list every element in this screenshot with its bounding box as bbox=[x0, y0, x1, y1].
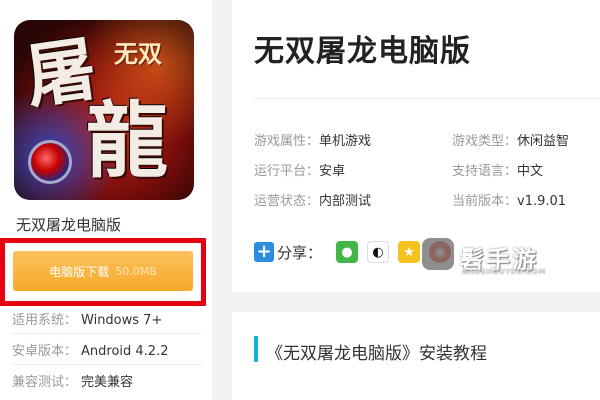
plus-icon[interactable]: + bbox=[254, 242, 274, 262]
spec-compat: 兼容测试： 完美兼容 bbox=[12, 371, 133, 390]
attr-value: 内部测试 bbox=[319, 194, 372, 209]
divider bbox=[12, 333, 202, 334]
attr-label: 游戏属性： bbox=[254, 134, 320, 149]
app-summary-card: 无双 屠 龍 无双屠龙电脑版 电脑版下载 50.0MB 适用系统： Windows… bbox=[0, 0, 212, 400]
qq-icon[interactable]: ◐ bbox=[367, 241, 390, 263]
watermark-logo-icon bbox=[422, 238, 454, 270]
spec-android-label: 安卓版本： bbox=[12, 344, 78, 359]
section-accent-bar bbox=[254, 336, 258, 362]
attr-label: 运营状态： bbox=[254, 194, 320, 209]
spec-os-label: 适用系统： bbox=[12, 313, 78, 328]
attr-value: 休闲益智 bbox=[517, 134, 570, 149]
icon-char-2: 龍 bbox=[86, 93, 169, 189]
pc-download-button[interactable]: 电脑版下载 50.0MB bbox=[13, 251, 193, 291]
download-highlight-frame: 电脑版下载 50.0MB bbox=[0, 238, 206, 306]
divider bbox=[254, 98, 600, 99]
attr-version: 当前版本：v1.9.01 bbox=[452, 190, 566, 209]
spec-android-value: Android 4.2.2 bbox=[81, 344, 169, 359]
attr-language: 支持语言：中文 bbox=[452, 160, 543, 179]
attr-label: 游戏类型： bbox=[452, 134, 518, 149]
spec-os: 适用系统： Windows 7+ bbox=[12, 309, 162, 328]
spec-compat-value: 完美兼容 bbox=[81, 375, 134, 390]
watermark-subtext: GAOSHOUYOU.COM bbox=[462, 268, 546, 276]
divider bbox=[12, 364, 202, 365]
attr-game-property: 游戏属性：单机游戏 bbox=[254, 130, 371, 149]
attr-game-type: 游戏类型：休闲益智 bbox=[452, 130, 569, 149]
tutorial-card: 《无双屠龙电脑版》安装教程 bbox=[232, 312, 600, 400]
watermark-logo: 髫手游 GAOSHOUYOU.COM bbox=[422, 238, 550, 280]
page-title: 无双屠龙电脑版 bbox=[254, 34, 471, 69]
attr-platform: 运行平台：安卓 bbox=[254, 160, 345, 179]
attr-status: 运营状态：内部测试 bbox=[254, 190, 371, 209]
wechat-icon[interactable]: ● bbox=[336, 241, 359, 263]
spec-os-value: Windows 7+ bbox=[81, 313, 163, 328]
download-size: 50.0MB bbox=[115, 264, 157, 278]
spec-compat-label: 兼容测试： bbox=[12, 375, 78, 390]
attr-label: 当前版本： bbox=[452, 194, 518, 209]
spec-android: 安卓版本： Android 4.2.2 bbox=[12, 340, 169, 359]
attr-label: 运行平台： bbox=[254, 164, 320, 179]
icon-tag-text: 无双 bbox=[114, 39, 162, 68]
download-label: 电脑版下载 bbox=[49, 264, 110, 279]
attr-value: 中文 bbox=[517, 164, 544, 179]
game-app-icon[interactable]: 无双 屠 龍 bbox=[14, 20, 194, 200]
attr-label: 支持语言： bbox=[452, 164, 518, 179]
share-label: 分享： bbox=[277, 243, 323, 262]
game-name: 无双屠龙电脑版 bbox=[16, 216, 122, 234]
attr-value: 单机游戏 bbox=[319, 134, 372, 149]
qzone-icon[interactable]: ★ bbox=[398, 241, 421, 263]
attr-value: 安卓 bbox=[319, 164, 346, 179]
orb-icon bbox=[28, 140, 72, 184]
attr-value: v1.9.01 bbox=[517, 194, 567, 209]
tutorial-title[interactable]: 《无双屠龙电脑版》安装教程 bbox=[266, 339, 487, 364]
